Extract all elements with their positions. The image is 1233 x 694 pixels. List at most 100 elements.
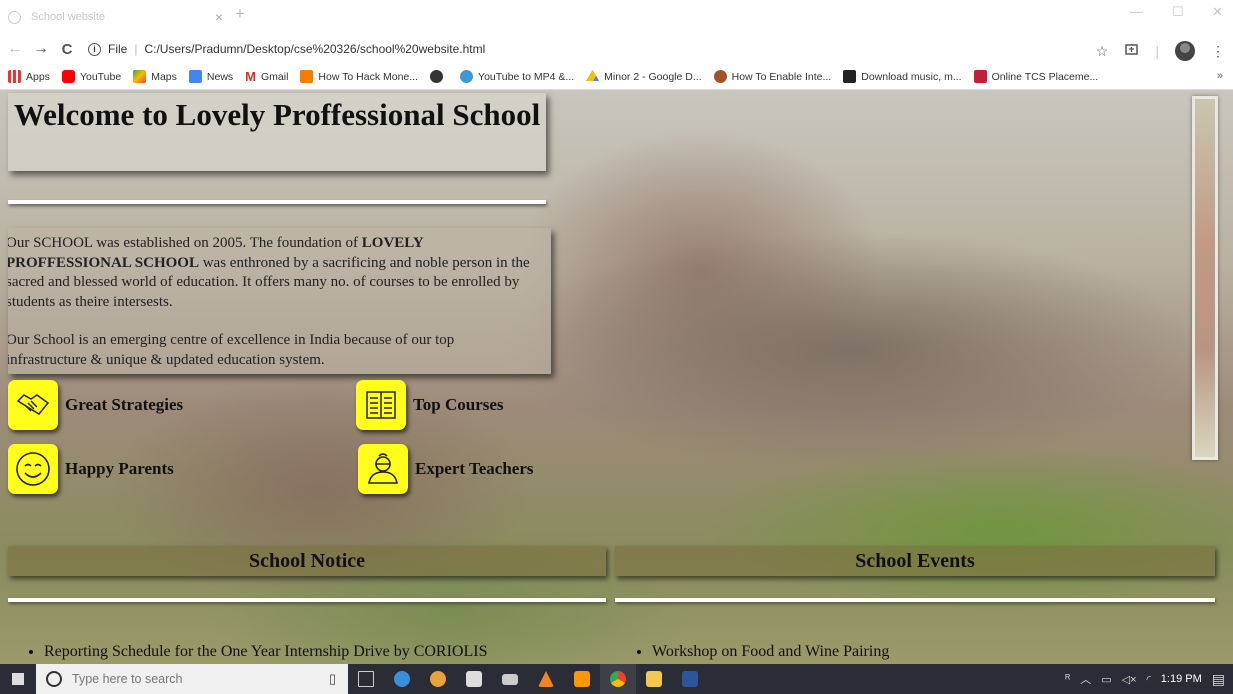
extension-icon[interactable] (1124, 42, 1139, 60)
download-icon (843, 70, 857, 83)
volume-icon[interactable]: ◁× (1122, 673, 1137, 686)
events-divider (615, 598, 1215, 602)
bookmark-news[interactable]: News (188, 70, 234, 83)
page-title: Welcome to Lovely Proffessional School (13, 97, 541, 132)
bookmark-label: Gmail (261, 70, 289, 83)
notifications-icon[interactable]: ▤ (1212, 671, 1225, 688)
converter-icon (460, 70, 474, 83)
menu-icon[interactable]: ⋮ (1211, 43, 1225, 60)
more-bookmarks-button[interactable]: » (1217, 70, 1223, 82)
minimize-button[interactable]: — (1130, 4, 1143, 19)
handshake-icon (8, 380, 58, 430)
chrome-icon (610, 671, 626, 687)
taskbar-explorer[interactable] (636, 664, 672, 694)
school-events-heading: School Events (615, 546, 1215, 576)
forward-button[interactable]: → (30, 40, 52, 58)
bookmark-yt-mp4[interactable]: YouTube to MP4 &... (460, 70, 574, 83)
about-section: Our SCHOOL was established on 2005. The … (8, 228, 551, 374)
address-bar[interactable]: i File | C:/Users/Pradumn/Desktop/cse%20… (88, 37, 485, 61)
new-tab-button[interactable]: + (235, 4, 245, 24)
people-icon[interactable]: ᴿ (1065, 673, 1070, 685)
about-paragraph-2: Our School is an emerging centre of exce… (8, 332, 455, 368)
paint-icon (430, 671, 446, 687)
browser-toolbar: ← → C i File | C:/Users/Pradumn/Desktop/… (0, 34, 1233, 64)
url-divider: | (134, 42, 138, 56)
battery-icon[interactable]: ▭ (1101, 673, 1111, 686)
mail-icon (502, 673, 518, 685)
bookmark-label: Minor 2 - Google D... (604, 70, 702, 83)
list-item[interactable]: Reporting Schedule for the One Year Inte… (44, 642, 600, 661)
bookmark-label: News (206, 70, 234, 83)
windows-taskbar: Type here to search ▯ ᴿ ︿ ▭ ◁× ◜ 1:19 PM… (0, 664, 1233, 694)
bookmark-label: Online TCS Placeme... (991, 70, 1099, 83)
tab-strip: School website × + — ☐ ✕ (0, 0, 1233, 34)
bookmark-download-music[interactable]: Download music, m... (843, 70, 962, 83)
taskbar-store[interactable] (456, 664, 492, 694)
folder-icon (646, 671, 662, 687)
bookmark-enable-inte[interactable]: How To Enable Inte... (713, 70, 831, 83)
show-hidden-icons-icon[interactable]: ︿ (1080, 671, 1091, 687)
profile-avatar-icon[interactable] (1175, 41, 1195, 61)
bookmark-maps[interactable]: Maps (133, 70, 177, 83)
gmail-icon: M (245, 69, 256, 84)
toolbar-actions: ☆ | ⋮ (1096, 41, 1225, 61)
close-window-button[interactable]: ✕ (1212, 4, 1223, 20)
taskbar-word[interactable] (672, 664, 708, 694)
taskbar-clock[interactable]: 1:19 PM (1161, 673, 1202, 686)
toolbar-divider: | (1155, 43, 1159, 59)
taskbar-chrome[interactable] (600, 664, 636, 694)
bookmark-label: How To Hack Mone... (318, 70, 419, 83)
microphone-icon[interactable]: ▯ (329, 671, 336, 687)
bookmark-hack-money[interactable]: How To Hack Mone... (300, 70, 418, 83)
taskbar-paint[interactable] (420, 664, 456, 694)
events-list: Workshop on Food and Wine Pairing (628, 642, 1208, 661)
close-tab-icon[interactable]: × (215, 9, 223, 25)
url-text[interactable]: C:/Users/Pradumn/Desktop/cse%20326/schoo… (144, 42, 485, 56)
maximize-button[interactable]: ☐ (1172, 4, 1184, 20)
feature-label: Great Strategies (65, 395, 184, 414)
side-image-frame (1192, 96, 1218, 460)
wifi-icon[interactable]: ◜ (1147, 673, 1151, 686)
bookmark-label: YouTube to MP4 &... (478, 70, 575, 83)
about-paragraph-1: Our SCHOOL was established on 2005. The … (8, 235, 530, 310)
google-drive-icon (586, 70, 600, 82)
task-view-button[interactable] (348, 664, 384, 694)
cortana-icon (46, 671, 62, 687)
circle-dark-icon (430, 70, 444, 83)
notice-list: Reporting Schedule for the One Year Inte… (20, 642, 600, 661)
store-bag-icon (466, 671, 482, 687)
reload-button[interactable]: C (56, 41, 78, 58)
taskbar-edge[interactable] (384, 664, 420, 694)
taskbar-sublime[interactable] (564, 664, 600, 694)
open-book-icon (356, 380, 406, 430)
feature-label: Happy Parents (65, 459, 174, 478)
blogger-icon (300, 70, 314, 83)
list-item[interactable]: Workshop on Food and Wine Pairing (652, 642, 1208, 661)
info-icon[interactable]: i (88, 42, 101, 56)
bookmark-youtube[interactable]: YouTube (61, 70, 122, 83)
feature-top-courses: Top Courses (356, 380, 504, 430)
sublime-icon (574, 671, 590, 687)
tcs-icon (973, 70, 987, 83)
welcome-header: Welcome to Lovely Proffessional School (8, 93, 546, 171)
teacher-icon (358, 444, 408, 494)
bookmark-gmail[interactable]: M Gmail (245, 69, 288, 84)
maps-icon (133, 70, 147, 83)
feature-label: Expert Teachers (415, 459, 534, 478)
search-placeholder: Type here to search (72, 672, 183, 686)
back-button[interactable]: ← (4, 40, 26, 58)
bookmark-star-icon[interactable]: ☆ (1096, 43, 1109, 60)
bookmark-tcs[interactable]: Online TCS Placeme... (973, 70, 1099, 83)
bookmarks-bar: Apps YouTube Maps News M Gmail How To Ha… (0, 64, 1233, 90)
bookmark-apps[interactable]: Apps (8, 70, 50, 83)
taskbar-search[interactable]: Type here to search ▯ (36, 664, 348, 694)
bookmark-unnamed[interactable] (430, 70, 448, 83)
word-icon (682, 671, 698, 687)
clock-time: 1:19 PM (1160, 672, 1202, 685)
start-button[interactable] (0, 664, 36, 694)
browser-tab[interactable]: School website × (8, 4, 223, 30)
taskbar-mail[interactable] (492, 664, 528, 694)
taskbar-vlc[interactable] (528, 664, 564, 694)
bookmark-label: YouTube (79, 70, 122, 83)
bookmark-minor2[interactable]: Minor 2 - Google D... (586, 70, 702, 83)
